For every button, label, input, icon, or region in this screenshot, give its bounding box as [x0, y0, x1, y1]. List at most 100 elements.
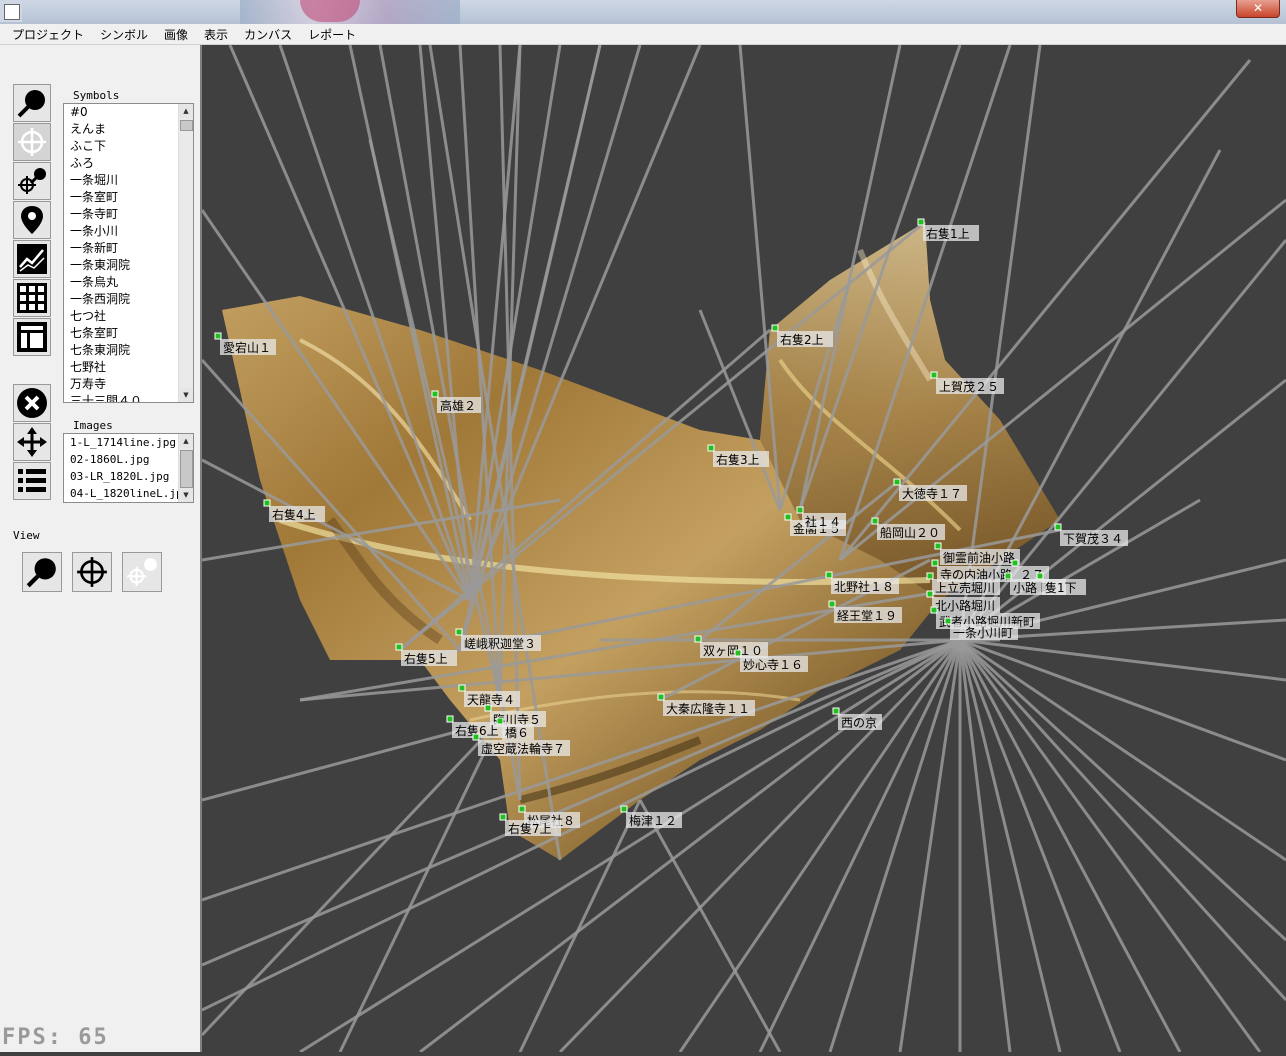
marker-point[interactable]	[828, 600, 836, 608]
map-scene[interactable]: 右隻1上愛宕山１右隻2上上賀茂２５高雄２右隻3上大徳寺１７右隻4上金閣１５社１４…	[200, 44, 1286, 1054]
scroll-up-arrow[interactable]: ▲	[179, 434, 193, 448]
marker-point[interactable]	[484, 704, 492, 712]
view-center-button[interactable]	[72, 552, 112, 592]
symbol-list-item[interactable]: 一条烏丸	[64, 274, 193, 291]
symbol-list-item[interactable]: 三十三間４０	[64, 393, 193, 402]
marker-point[interactable]	[620, 805, 628, 813]
menu-symbol[interactable]: シンボル	[92, 25, 156, 45]
symbol-list-item[interactable]: ふこ下	[64, 138, 193, 155]
marker-point[interactable]	[499, 813, 507, 821]
symbol-list-item[interactable]: 七つ社	[64, 308, 193, 325]
symbol-list-item[interactable]: 一条新町	[64, 240, 193, 257]
map-pin-tool-button[interactable]	[13, 201, 51, 239]
marker-point[interactable]	[455, 628, 463, 636]
move-tool-button[interactable]	[13, 423, 51, 461]
scroll-thumb[interactable]	[180, 120, 193, 131]
map-marker[interactable]: 右隻1上	[917, 218, 979, 241]
map-marker[interactable]: 下賀茂３４	[1054, 523, 1128, 546]
marker-label: 右隻3上	[716, 452, 760, 467]
canvas-viewport[interactable]: 右隻1上愛宕山１右隻2上上賀茂２５高雄２右隻3上大徳寺１７右隻4上金閣１５社１４…	[200, 44, 1286, 1054]
images-list[interactable]: 1-L_1714line.jpg 02-1860L.jpg 03-LR_1820L.…	[63, 433, 194, 503]
marker-point[interactable]	[431, 390, 439, 398]
search-tool-button[interactable]	[13, 84, 51, 122]
marker-point[interactable]	[931, 559, 939, 567]
marker-point[interactable]	[871, 517, 879, 525]
symbol-list-item[interactable]: 一条東洞院	[64, 257, 193, 274]
images-scrollbar[interactable]: ▲ ▼	[178, 434, 193, 502]
symbol-list-item[interactable]: 一条室町	[64, 189, 193, 206]
marker-point[interactable]	[458, 684, 466, 692]
marker-point[interactable]	[496, 717, 504, 725]
scroll-thumb[interactable]	[180, 450, 193, 488]
symbol-list-item[interactable]: 七条室町	[64, 325, 193, 342]
marker-point[interactable]	[694, 635, 702, 643]
scroll-up-arrow[interactable]: ▲	[179, 104, 193, 118]
symbol-list-item[interactable]: ふろ	[64, 155, 193, 172]
marker-point[interactable]	[472, 733, 480, 741]
marker-point[interactable]	[930, 371, 938, 379]
menu-bar: プロジェクト シンボル 画像 表示 カンバス レポート	[0, 24, 1286, 45]
line-chart-tool-button[interactable]	[13, 240, 51, 278]
title-bar: ✕	[0, 0, 1286, 24]
symbol-list-item[interactable]: 一条西洞院	[64, 291, 193, 308]
symbol-list-item[interactable]: 七野社	[64, 359, 193, 376]
view-point-button[interactable]	[122, 552, 162, 592]
marker-point[interactable]	[944, 617, 952, 625]
symbols-list[interactable]: #0 えんま ふこ下 ふろ 一条堀川 一条室町 一条寺町 一条小川 一条新町 一条東洞院 一条烏丸一…	[63, 103, 194, 403]
map-marker[interactable]: 西の京	[832, 707, 882, 730]
image-list-item[interactable]: 1-L_1714line.jpg	[64, 434, 193, 451]
image-list-item[interactable]: 04-L_1820lineL.jpg	[64, 485, 193, 502]
symbols-scrollbar[interactable]: ▲ ▼	[178, 104, 193, 402]
marker-point[interactable]	[214, 332, 222, 340]
marker-point[interactable]	[263, 499, 271, 507]
view-zoom-button[interactable]	[22, 552, 62, 592]
marker-point[interactable]	[832, 707, 840, 715]
map-marker[interactable]: 梅津１２	[620, 805, 682, 828]
image-list-item[interactable]: 03-LR_1820L.jpg	[64, 468, 193, 485]
marker-point[interactable]	[926, 572, 934, 580]
marker-point[interactable]	[784, 513, 792, 521]
menu-view[interactable]: 表示	[196, 25, 236, 45]
marker-point[interactable]	[707, 444, 715, 452]
scroll-down-arrow[interactable]: ▼	[179, 488, 193, 502]
marker-point[interactable]	[771, 324, 779, 332]
menu-report[interactable]: レポート	[300, 25, 364, 45]
symbol-list-item[interactable]: 一条小川	[64, 223, 193, 240]
fps-counter: FPS: 65	[2, 1025, 109, 1050]
close-button[interactable]: ✕	[1236, 0, 1280, 18]
marker-point[interactable]	[934, 542, 942, 550]
scroll-down-arrow[interactable]: ▼	[179, 388, 193, 402]
marker-point[interactable]	[1036, 572, 1044, 580]
marker-point[interactable]	[446, 715, 454, 723]
grid-tool-button[interactable]	[13, 279, 51, 317]
marker-point[interactable]	[893, 478, 901, 486]
symbol-list-item[interactable]: 七条東洞院	[64, 342, 193, 359]
marker-point[interactable]	[395, 643, 403, 651]
marker-point[interactable]	[734, 649, 742, 657]
table-tool-button[interactable]	[13, 318, 51, 356]
menu-canvas[interactable]: カンバス	[236, 25, 300, 45]
marker-point[interactable]	[917, 218, 925, 226]
marker-point[interactable]	[796, 506, 804, 514]
marker-point[interactable]	[1004, 572, 1012, 580]
image-list-item[interactable]: 02-1860L.jpg	[64, 451, 193, 468]
marker-point[interactable]	[825, 571, 833, 579]
marker-point[interactable]	[1011, 559, 1019, 567]
marker-point[interactable]	[657, 693, 665, 701]
menu-image[interactable]: 画像	[156, 25, 196, 45]
marker-point[interactable]	[1054, 523, 1062, 531]
symbol-list-item[interactable]: えんま	[64, 121, 193, 138]
crosshair-tool-button[interactable]	[13, 123, 51, 161]
point-add-tool-button[interactable]	[13, 162, 51, 200]
search-icon	[17, 90, 45, 118]
symbol-list-item[interactable]: #0	[64, 104, 193, 121]
marker-point[interactable]	[926, 590, 934, 598]
symbol-list-item[interactable]: 万寿寺	[64, 376, 193, 393]
list-tool-button[interactable]	[13, 462, 51, 500]
marker-point[interactable]	[518, 805, 526, 813]
delete-tool-button[interactable]	[13, 384, 51, 422]
symbol-list-item[interactable]: 一条寺町	[64, 206, 193, 223]
menu-project[interactable]: プロジェクト	[0, 25, 92, 45]
symbol-list-item[interactable]: 一条堀川	[64, 172, 193, 189]
marker-point[interactable]	[930, 606, 938, 614]
